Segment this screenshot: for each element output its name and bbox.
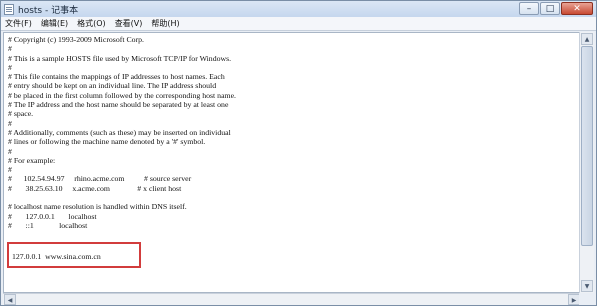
scroll-down-icon[interactable]: ▼ <box>581 280 593 292</box>
text-line: # <box>8 165 12 175</box>
text-line: # <box>8 118 12 128</box>
maximize-button[interactable]: □ <box>540 2 560 15</box>
custom-host-entry[interactable]: 127.0.0.1 www.sina.com.cn <box>12 252 101 261</box>
highlighted-entry-box: 127.0.0.1 www.sina.com.cn <box>7 242 141 268</box>
text-line: # <box>8 146 12 156</box>
text-line <box>8 230 580 239</box>
editor-lines: # Copyright (c) 1993-2009 Microsoft Corp… <box>8 35 580 249</box>
text-line: # lines or following the machine name de… <box>8 137 206 147</box>
menu-view[interactable]: 查看(V) <box>115 18 143 29</box>
text-line: # For example: <box>8 155 56 165</box>
close-button[interactable]: ✕ <box>561 2 593 15</box>
text-line: # This file contains the mappings of IP … <box>8 72 225 82</box>
text-line: # entry should be kept on an individual … <box>8 81 217 91</box>
menu-file[interactable]: 文件(F) <box>5 18 32 29</box>
text-line: # 127.0.0.1 localhost <box>8 211 97 221</box>
text-line: # Additionally, comments (such as these)… <box>8 127 231 137</box>
title-bar[interactable]: hosts - 记事本 – □ ✕ <box>1 1 596 17</box>
menu-format[interactable]: 格式(O) <box>77 18 106 29</box>
notepad-icon <box>4 3 14 15</box>
window-title: hosts - 记事本 <box>18 5 79 16</box>
text-editor[interactable]: # Copyright (c) 1993-2009 Microsoft Corp… <box>3 32 581 293</box>
vertical-scrollbar[interactable]: ▲ ▼ <box>579 32 594 293</box>
text-line: # space. <box>8 109 34 119</box>
text-line <box>8 193 580 202</box>
menu-bar: 文件(F) 编辑(E) 格式(O) 查看(V) 帮助(H) <box>1 17 596 31</box>
vertical-scroll-thumb[interactable] <box>581 46 593 246</box>
text-line: # The IP address and the host name shoul… <box>8 100 229 110</box>
text-line: # This is a sample HOSTS file used by Mi… <box>8 53 232 63</box>
text-line: # <box>8 44 12 54</box>
menu-help[interactable]: 帮助(H) <box>151 18 179 29</box>
text-line: # 102.54.94.97 rhino.acme.com # source s… <box>8 174 192 184</box>
text-line: # ::1 localhost <box>8 220 88 230</box>
scroll-left-icon[interactable]: ◀ <box>4 294 16 305</box>
menu-edit[interactable]: 编辑(E) <box>41 18 68 29</box>
horizontal-scrollbar[interactable]: ◀ ▶ <box>3 293 581 305</box>
text-line: # 38.25.63.10 x.acme.com # x client host <box>8 183 182 193</box>
window-controls: – □ ✕ <box>519 2 593 15</box>
text-line: # Copyright (c) 1993-2009 Microsoft Corp… <box>8 35 144 44</box>
notepad-window: hosts - 记事本 – □ ✕ 文件(F) 编辑(E) 格式(O) 查看(V… <box>0 0 597 306</box>
text-line: # localhost name resolution is handled w… <box>8 202 187 212</box>
text-line: # <box>8 62 12 72</box>
scroll-up-icon[interactable]: ▲ <box>581 33 593 45</box>
minimize-button[interactable]: – <box>519 2 539 15</box>
resize-grip[interactable] <box>579 293 594 305</box>
text-line: # be placed in the first column followed… <box>8 90 237 100</box>
